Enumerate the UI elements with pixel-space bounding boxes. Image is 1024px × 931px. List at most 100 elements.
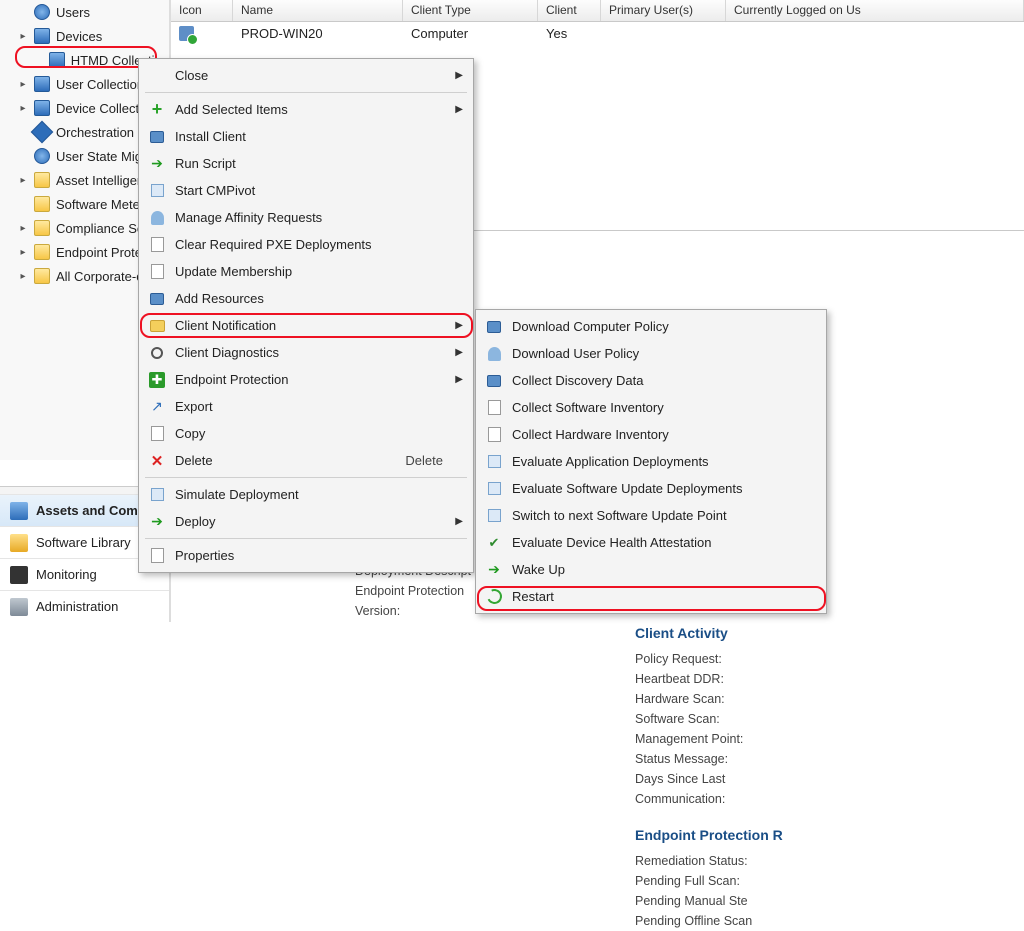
mag-icon <box>147 343 167 363</box>
menu-item-update-membership[interactable]: Update Membership <box>141 258 471 285</box>
menu-item-label: Copy <box>175 426 205 441</box>
menu-item-label: Export <box>175 399 213 414</box>
submenu-arrow-icon: ▶ <box>455 347 463 358</box>
column-header[interactable]: Client <box>538 0 601 21</box>
menu-item-label: Run Script <box>175 156 236 171</box>
expander-icon[interactable]: ▸ <box>18 79 28 90</box>
folder-icon <box>34 244 50 260</box>
menu-item-switch-to-next-software-update-point[interactable]: Switch to next Software Update Point <box>478 502 824 529</box>
soft-icon <box>10 534 28 552</box>
menu-item-label: Start CMPivot <box>175 183 255 198</box>
menu-item-manage-affinity-requests[interactable]: Manage Affinity Requests <box>141 204 471 231</box>
menu-item-install-client[interactable]: Install Client <box>141 123 471 150</box>
folder-icon <box>34 220 50 236</box>
column-header[interactable]: Client Type <box>403 0 538 21</box>
arrow-icon: ➔ <box>147 512 167 532</box>
tree-item-users[interactable]: Users <box>0 0 169 24</box>
menu-item-properties[interactable]: Properties <box>141 542 471 569</box>
menu-item-download-computer-policy[interactable]: Download Computer Policy <box>478 313 824 340</box>
menu-item-label: Update Membership <box>175 264 292 279</box>
submenu-arrow-icon: ▶ <box>455 320 463 331</box>
ep-row: Remediation Status: <box>635 851 783 871</box>
box-icon <box>147 485 167 505</box>
menu-item-wake-up[interactable]: ➔Wake Up <box>478 556 824 583</box>
menu-item-label: Collect Hardware Inventory <box>512 427 669 442</box>
menu-item-evaluate-software-update-deployments[interactable]: Evaluate Software Update Deployments <box>478 475 824 502</box>
menu-item-download-user-policy[interactable]: Download User Policy <box>478 340 824 367</box>
menu-item-deploy[interactable]: ➔Deploy▶ <box>141 508 471 535</box>
submenu-arrow-icon: ▶ <box>455 70 463 81</box>
menu-item-delete[interactable]: ✕DeleteDelete <box>141 447 471 474</box>
expander-icon[interactable]: ▸ <box>18 31 28 42</box>
menu-item-add-selected-items[interactable]: +Add Selected Items▶ <box>141 96 471 123</box>
workspace-label: Software Library <box>36 535 131 550</box>
menu-item-label: Evaluate Application Deployments <box>512 454 709 469</box>
expander-icon[interactable]: ▸ <box>18 247 28 258</box>
menu-item-label: Client Notification <box>175 318 276 333</box>
expander-icon[interactable]: ▸ <box>18 223 28 234</box>
expander-icon[interactable]: ▸ <box>18 103 28 114</box>
menu-item-copy[interactable]: Copy <box>141 420 471 447</box>
activity-row: Status Message: <box>635 749 783 769</box>
workspace-admin[interactable]: Administration <box>0 590 169 622</box>
menu-item-label: Switch to next Software Update Point <box>512 508 727 523</box>
menu-item-simulate-deployment[interactable]: Simulate Deployment <box>141 481 471 508</box>
collection-icon <box>34 76 50 92</box>
tree-item-label: Users <box>56 5 90 20</box>
menu-item-label: Add Selected Items <box>175 102 288 117</box>
user-icon <box>34 148 50 164</box>
menu-item-client-diagnostics[interactable]: Client Diagnostics▶ <box>141 339 471 366</box>
collection-icon <box>34 100 50 116</box>
column-header[interactable]: Icon <box>171 0 233 21</box>
cell-client-type: Computer <box>403 26 538 41</box>
column-header[interactable]: Primary User(s) <box>601 0 726 21</box>
tree-item-label: Devices <box>56 29 102 44</box>
menu-item-endpoint-protection[interactable]: ✚Endpoint Protection▶ <box>141 366 471 393</box>
activity-row: Hardware Scan: <box>635 689 783 709</box>
menu-item-label: Manage Affinity Requests <box>175 210 322 225</box>
menu-item-collect-software-inventory[interactable]: Collect Software Inventory <box>478 394 824 421</box>
mon-icon <box>10 566 28 584</box>
box-icon <box>484 452 504 472</box>
menu-item-label: Add Resources <box>175 291 264 306</box>
activity-row: Policy Request: <box>635 649 783 669</box>
activity-row: Heartbeat DDR: <box>635 669 783 689</box>
menu-item-collect-discovery-data[interactable]: Collect Discovery Data <box>478 367 824 394</box>
device-status-icon <box>179 26 194 41</box>
workspace-label: Assets and Compl <box>36 503 149 518</box>
menu-item-add-resources[interactable]: Add Resources <box>141 285 471 312</box>
menu-item-label: Collect Discovery Data <box>512 373 644 388</box>
expander-icon[interactable]: ▸ <box>18 271 28 282</box>
tree-item-devices[interactable]: ▸ Devices <box>0 24 169 48</box>
submenu-arrow-icon: ▶ <box>455 104 463 115</box>
column-header[interactable]: Name <box>233 0 403 21</box>
menu-item-export[interactable]: ↗ Export <box>141 393 471 420</box>
menu-item-start-cmpivot[interactable]: Start CMPivot <box>141 177 471 204</box>
pc-icon <box>484 317 504 337</box>
export-icon: ↗ <box>147 397 167 417</box>
menu-item-clear-required-pxe-deployments[interactable]: Clear Required PXE Deployments <box>141 231 471 258</box>
menu-item-close[interactable]: Close▶ <box>141 62 471 89</box>
menu-item-label: Download Computer Policy <box>512 319 669 334</box>
expander-icon[interactable]: ▸ <box>18 175 28 186</box>
check-icon: ✔ <box>484 533 504 553</box>
menu-item-evaluate-application-deployments[interactable]: Evaluate Application Deployments <box>478 448 824 475</box>
folder-icon <box>34 268 50 284</box>
menu-item-label: Simulate Deployment <box>175 487 299 502</box>
menu-item-client-notification[interactable]: Client Notification ▶ <box>141 312 471 339</box>
menu-item-run-script[interactable]: ➔Run Script <box>141 150 471 177</box>
menu-item-evaluate-device-health-attestation[interactable]: ✔Evaluate Device Health Attestation <box>478 529 824 556</box>
menu-item-collect-hardware-inventory[interactable]: Collect Hardware Inventory <box>478 421 824 448</box>
menu-item-label: Wake Up <box>512 562 565 577</box>
x-icon: ✕ <box>147 451 167 471</box>
table-row[interactable]: PROD-WIN20ComputerYes <box>171 22 1024 44</box>
column-header[interactable]: Currently Logged on Us <box>726 0 1024 21</box>
pc-icon <box>147 289 167 309</box>
menu-shortcut: Delete <box>375 453 443 468</box>
tree-item-label: Orchestration G <box>56 125 148 140</box>
doc-icon <box>147 235 167 255</box>
menu-item-restart[interactable]: Restart <box>478 583 824 610</box>
doc-icon <box>147 546 167 566</box>
menu-item-label: Collect Software Inventory <box>512 400 664 415</box>
ep-row: Pending Manual Ste <box>635 891 783 911</box>
